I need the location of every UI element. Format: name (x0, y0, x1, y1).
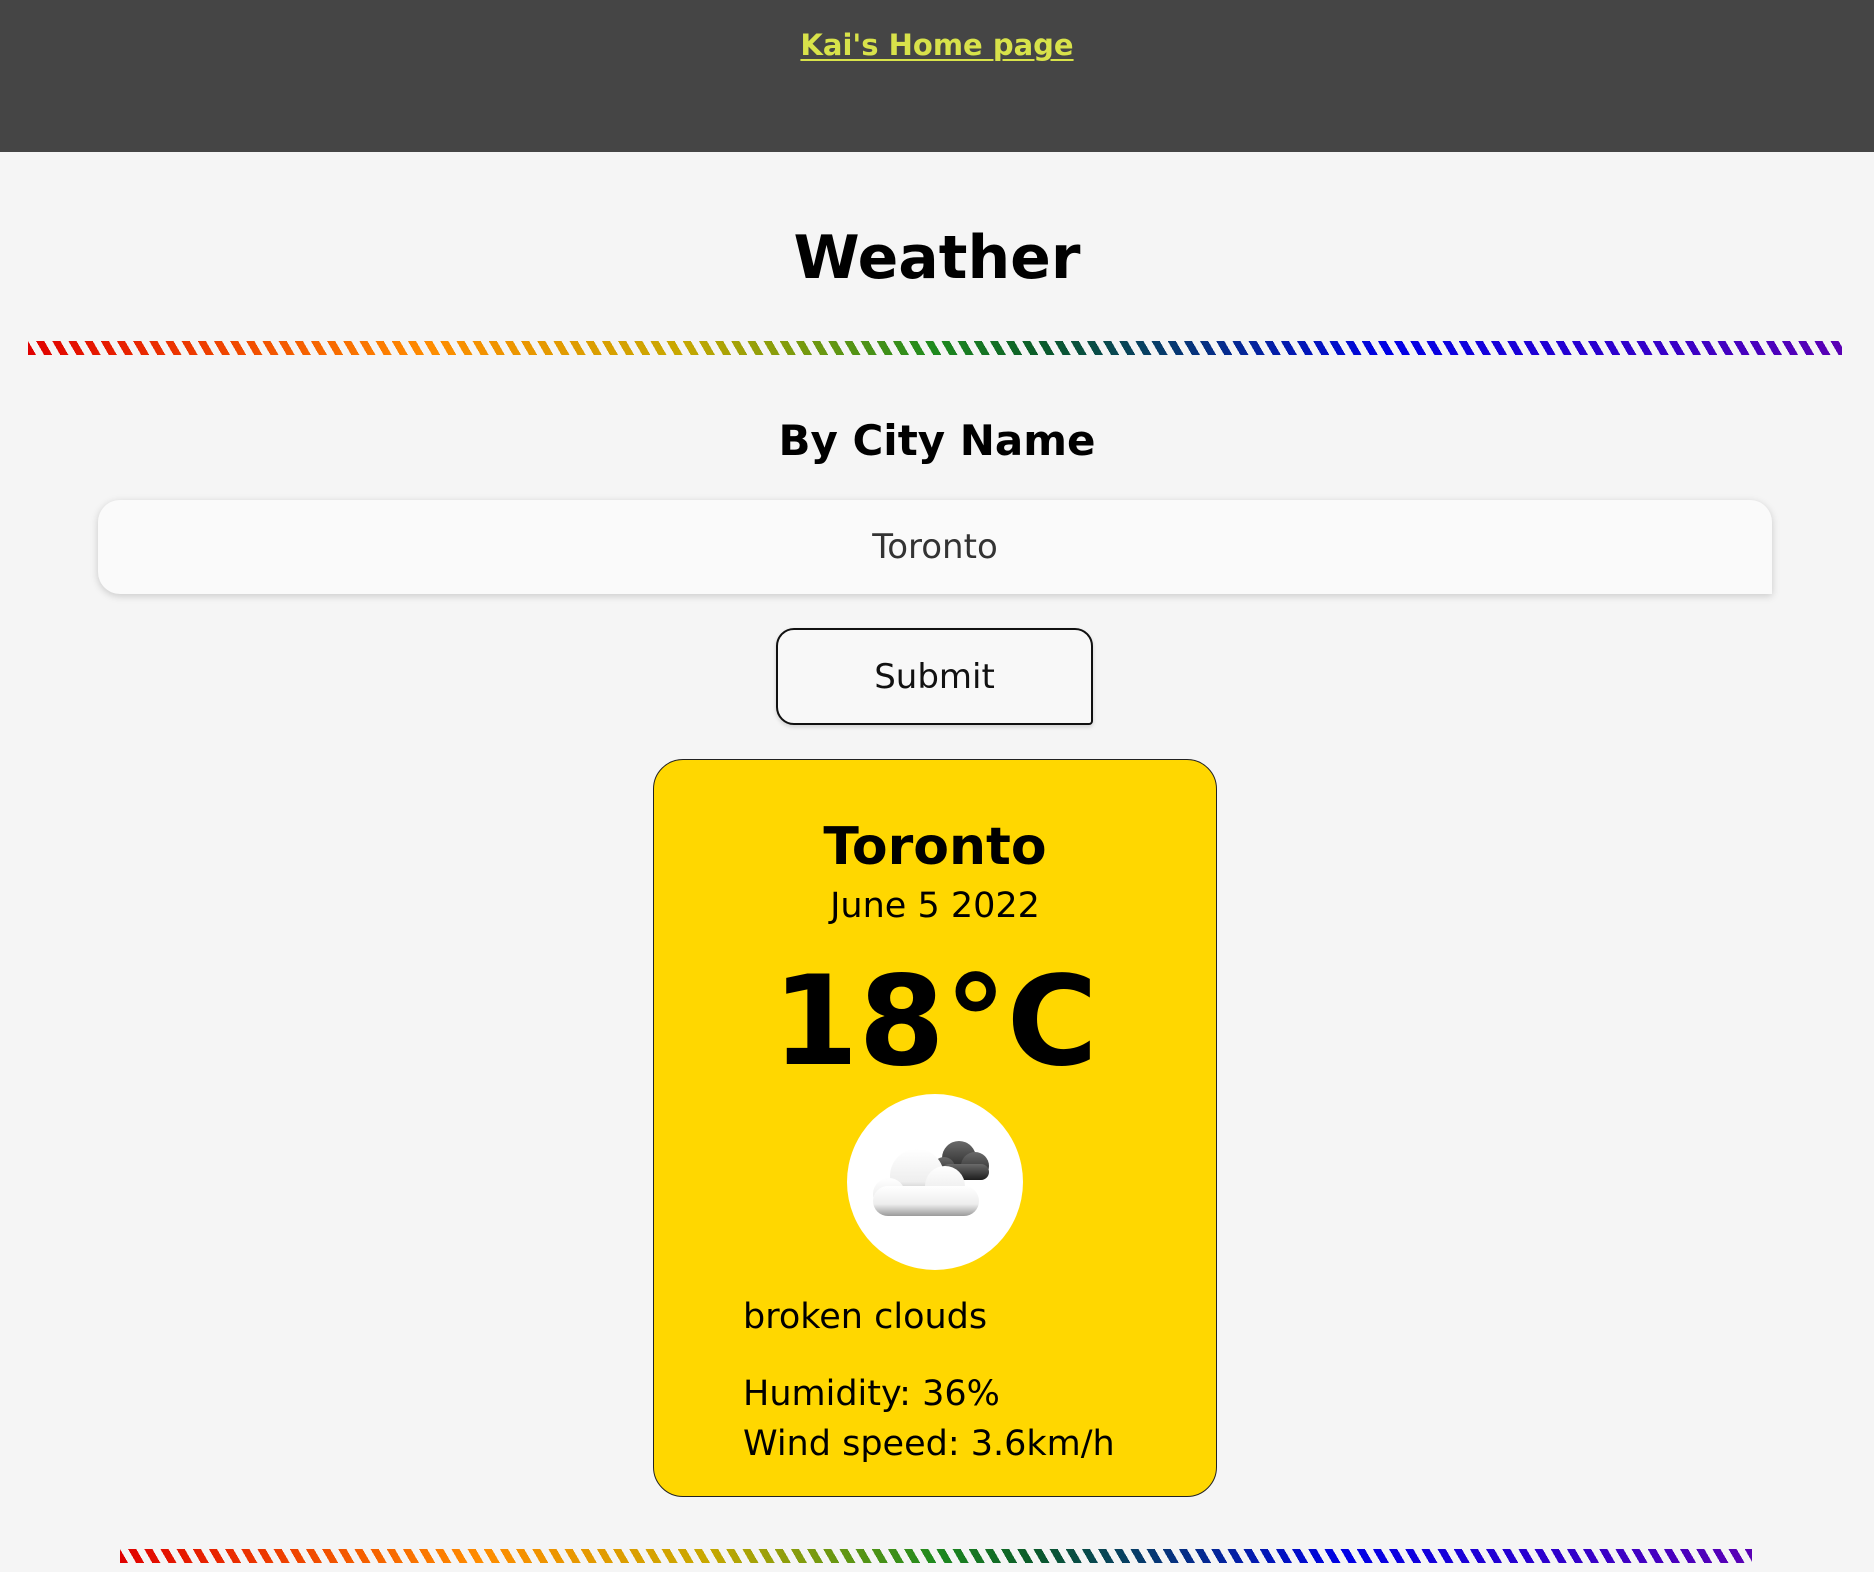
weather-icon-circle (847, 1094, 1023, 1270)
home-page-link[interactable]: Kai's Home page (0, 28, 1874, 62)
wind-speed-text: Wind speed: 3.6km/h (743, 1424, 1115, 1464)
card-city-name: Toronto (823, 817, 1047, 877)
weather-description: broken clouds (743, 1297, 988, 1337)
card-date: June 5 2022 (830, 886, 1040, 926)
rainbow-divider-top (28, 341, 1842, 355)
card-temperature: 18°C (772, 950, 1098, 1094)
city-name-input[interactable] (98, 500, 1772, 594)
rainbow-divider-bottom (120, 1549, 1752, 1563)
broken-clouds-icon (873, 1141, 989, 1216)
page-title: Weather (793, 223, 1081, 293)
section-title: By City Name (778, 416, 1096, 465)
submit-button[interactable]: Submit (776, 628, 1093, 725)
humidity-text: Humidity: 36% (743, 1374, 1000, 1414)
top-header: Kai's Home page (0, 0, 1874, 152)
weather-card: Toronto June 5 2022 18°C broken clouds H… (653, 759, 1217, 1497)
